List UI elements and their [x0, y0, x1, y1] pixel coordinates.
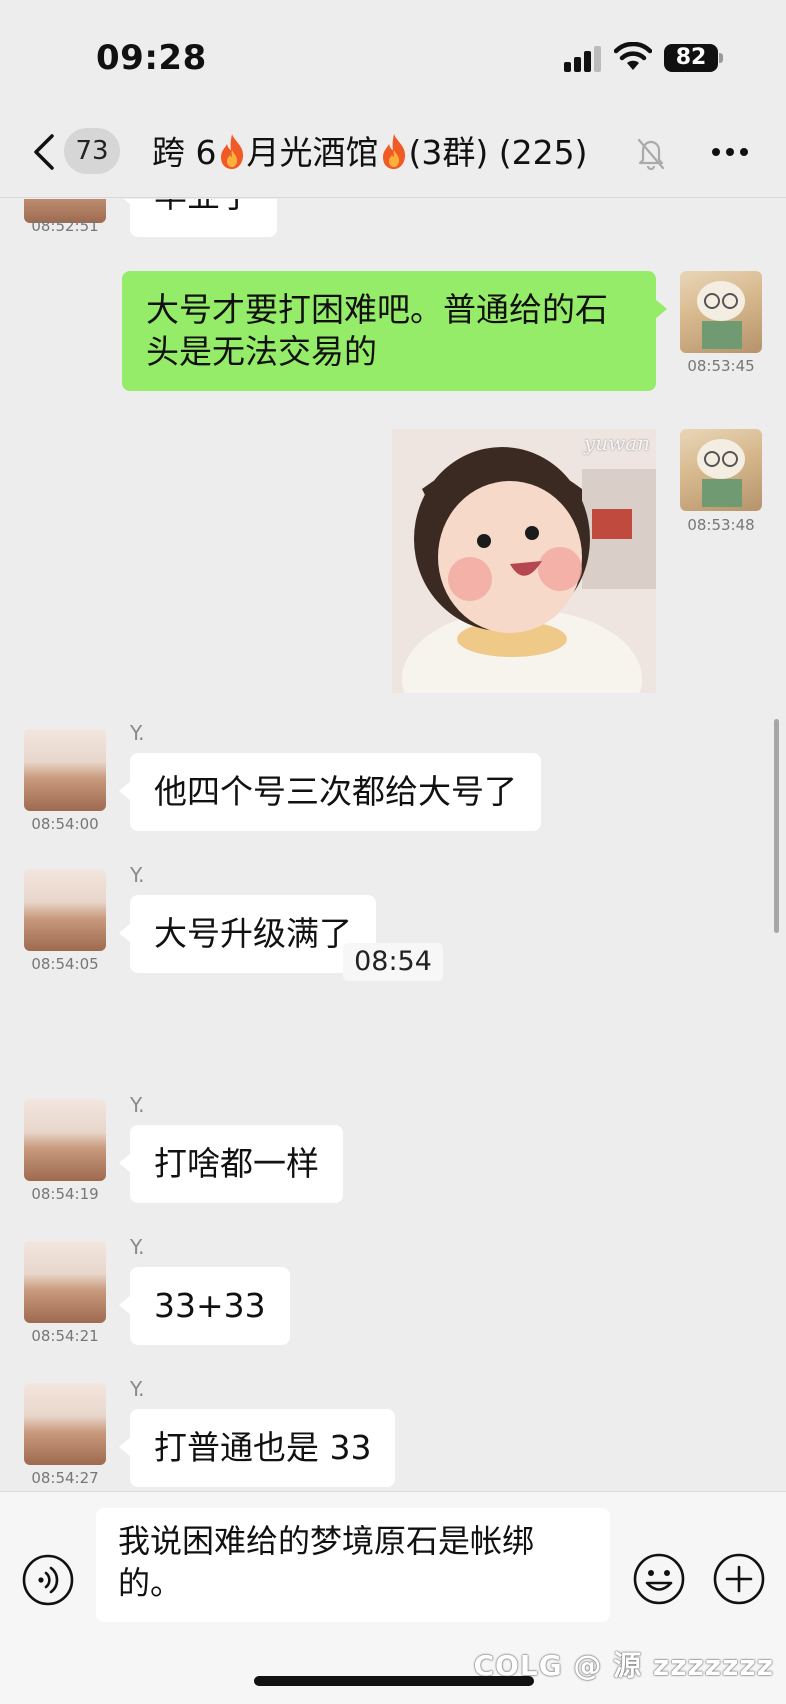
incoming-message-bubble[interactable]: 他四个号三次都给大号了: [119, 753, 541, 831]
outgoing-message-bubble[interactable]: 大号才要打困难吧。普通给的石 头是无法交易的: [122, 271, 667, 391]
message-text: 毕业了: [154, 199, 253, 215]
sender-avatar[interactable]: [24, 1241, 106, 1323]
sender-avatar[interactable]: [24, 1099, 106, 1181]
scroll-indicator[interactable]: [774, 719, 779, 933]
self-avatar[interactable]: [680, 271, 762, 353]
message-input[interactable]: 我说困难给的梦境原石是帐绑 的。: [96, 1508, 610, 1622]
sticker-image[interactable]: yuwan: [392, 429, 656, 693]
child-sticker-icon: [392, 429, 656, 693]
message-time: 08:54:05: [31, 955, 99, 973]
chat-title-part2: 月光酒馆: [246, 133, 379, 172]
message-text-line: 大号才要打困难吧。普通给的石: [146, 290, 608, 329]
message-time: 08:53:45: [687, 357, 755, 375]
message-time: 08:54:00: [31, 815, 99, 833]
chat-title-part3: (3群) (225): [408, 133, 588, 172]
incoming-message-bubble[interactable]: 打啥都一样: [119, 1125, 343, 1203]
emoji-icon[interactable]: [632, 1552, 686, 1606]
chat-screen: 09:28 82 73 跨 6 月光酒馆 (3群) (225) 08:52:51…: [0, 0, 786, 1704]
battery-indicator: 82: [664, 44, 718, 72]
lamb-avatar-icon: [697, 281, 745, 349]
voice-input-icon[interactable]: [22, 1554, 74, 1606]
message-time: 08:54:19: [31, 1185, 99, 1203]
input-bar: 我说困难给的梦境原石是帐绑 的。 COLG @ 源 zzzzzzz: [0, 1491, 786, 1704]
message-list[interactable]: 08:52:51 毕业了 大号才要打困难吧。普通给的石 头是无法交易的 08:5…: [0, 199, 786, 1491]
sender-avatar[interactable]: [24, 729, 106, 811]
wifi-icon: [614, 42, 652, 70]
sender-name: Y.: [130, 721, 145, 745]
back-chevron-icon[interactable]: [30, 132, 58, 172]
time-divider: 08:54: [343, 943, 443, 981]
message-time: 08:54:27: [31, 1469, 99, 1487]
sender-avatar[interactable]: [24, 869, 106, 951]
mute-bell-icon: [637, 138, 665, 170]
plus-icon[interactable]: [712, 1552, 766, 1606]
message-time: 08:53:48: [687, 516, 755, 534]
message-text: 打普通也是 33: [154, 1428, 372, 1467]
incoming-message-bubble[interactable]: 毕业了: [119, 199, 277, 237]
sender-name: Y.: [130, 1093, 145, 1117]
incoming-message-bubble[interactable]: 打普通也是 33: [118, 1409, 396, 1487]
message-time: 08:54:21: [31, 1327, 99, 1345]
message-text: 33+33: [154, 1286, 266, 1325]
input-text-line: 的。: [118, 1564, 183, 1602]
chat-header: 73 跨 6 月光酒馆 (3群) (225): [0, 110, 786, 198]
sticker-watermark: yuwan: [583, 431, 650, 455]
chat-title-part1: 跨 6: [152, 133, 217, 172]
sender-name: Y.: [130, 1377, 145, 1401]
message-text: 大号升级满了: [154, 914, 352, 953]
input-text-line: 我说困难给的梦境原石是帐绑: [118, 1522, 535, 1560]
status-time: 09:28: [96, 38, 207, 78]
unread-count-badge[interactable]: 73: [64, 128, 120, 174]
incoming-message-bubble[interactable]: 33+33: [119, 1267, 290, 1345]
sender-avatar[interactable]: [24, 1383, 106, 1465]
message-text: 打啥都一样: [154, 1144, 319, 1183]
home-indicator: [254, 1676, 534, 1686]
more-options-icon[interactable]: [710, 146, 750, 158]
status-bar: 09:28 82: [0, 0, 786, 110]
self-avatar[interactable]: [680, 429, 762, 511]
battery-tip: [719, 53, 723, 63]
lamb-avatar-icon: [697, 439, 745, 507]
fire-emoji-icon: [382, 134, 405, 169]
message-text: 他四个号三次都给大号了: [154, 772, 517, 811]
incoming-message-bubble[interactable]: 大号升级满了: [119, 895, 376, 973]
chat-title[interactable]: 跨 6 月光酒馆 (3群) (225): [152, 130, 587, 176]
message-text-line: 头是无法交易的: [146, 332, 377, 371]
fire-emoji-icon: [220, 134, 243, 169]
cellular-signal-icon: [564, 46, 601, 72]
sender-name: Y.: [130, 863, 145, 887]
sender-name: Y.: [130, 1235, 145, 1259]
message-time: 08:52:51: [31, 217, 99, 235]
